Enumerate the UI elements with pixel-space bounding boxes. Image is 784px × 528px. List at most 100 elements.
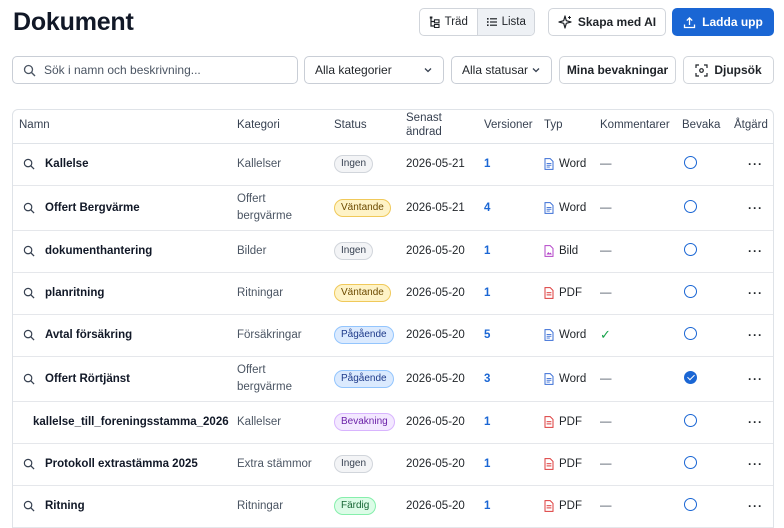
table-row[interactable]: dokumenthantering Bilder Ingen 2026-05-20 1 B… xyxy=(13,230,773,273)
table-row[interactable]: Ritning Ritningar Färdig 2026-05-20 1 PDF — ··· xyxy=(13,485,773,528)
more-options-icon[interactable]: ··· xyxy=(734,244,763,258)
document-name-link[interactable]: planritning xyxy=(45,287,104,299)
cell-action: ··· xyxy=(728,485,773,528)
cell-comments: — xyxy=(594,143,676,186)
table-row[interactable]: Kallelse Kallelser Ingen 2026-05-21 1 Word — ··… xyxy=(13,143,773,186)
cell-watch xyxy=(676,272,728,315)
search-input[interactable] xyxy=(44,63,284,77)
column-header-watch[interactable]: Bevaka xyxy=(676,110,728,144)
preview-search-icon[interactable] xyxy=(23,245,35,257)
versions-link[interactable]: 1 xyxy=(484,500,490,512)
table-row[interactable]: Offert Rörtjänst Offert bergvärme Pågående… xyxy=(13,356,773,402)
word-file-icon xyxy=(544,201,554,214)
type-text: Word xyxy=(559,158,587,170)
more-options-icon[interactable]: ··· xyxy=(734,372,763,386)
column-header-versions[interactable]: Versioner xyxy=(478,110,538,144)
document-name-link[interactable]: Offert Bergvärme xyxy=(45,202,140,214)
document-name-link[interactable]: dokumenthantering xyxy=(45,245,152,257)
table-row[interactable]: Protokoll extrastämma 2025 Extra stämmor I… xyxy=(13,443,773,486)
column-header-category[interactable]: Kategori xyxy=(231,110,328,144)
watch-checkbox[interactable] xyxy=(684,414,697,427)
preview-search-icon[interactable] xyxy=(23,373,35,385)
versions-link[interactable]: 1 xyxy=(484,245,490,257)
column-header-changed[interactable]: Senast ändrad xyxy=(400,110,478,144)
column-header-name[interactable]: Namn xyxy=(13,110,231,144)
cell-type: PDF xyxy=(538,443,594,486)
column-header-type[interactable]: Typ xyxy=(538,110,594,144)
category-select[interactable]: Alla kategorier xyxy=(304,56,444,84)
column-header-comments[interactable]: Kommentarer xyxy=(594,110,676,144)
create-with-ai-button[interactable]: Skapa med AI xyxy=(548,8,666,36)
versions-link[interactable]: 1 xyxy=(484,458,490,470)
versions-link[interactable]: 1 xyxy=(484,287,490,299)
watch-checkbox[interactable] xyxy=(684,243,697,256)
list-view-button[interactable]: Lista xyxy=(476,9,534,35)
cell-status: Bevakning xyxy=(328,401,400,444)
more-options-icon[interactable]: ··· xyxy=(734,457,763,471)
watch-checkbox[interactable] xyxy=(684,498,697,511)
deep-search-label: Djupsök xyxy=(714,63,762,77)
document-name-link[interactable]: Ritning xyxy=(45,500,85,512)
cell-comments: — xyxy=(594,272,676,315)
upload-button[interactable]: Ladda upp xyxy=(672,8,774,36)
table-row[interactable]: Avtal försäkring Försäkringar Pågående 2026… xyxy=(13,314,773,357)
tree-icon xyxy=(429,16,440,28)
tree-view-button[interactable]: Träd xyxy=(420,9,477,35)
status-select[interactable]: Alla statusar xyxy=(451,56,552,84)
more-options-icon[interactable]: ··· xyxy=(734,157,763,171)
table-row[interactable]: Offert Bergvärme Offert bergvärme Väntande… xyxy=(13,185,773,231)
document-name-link[interactable]: Protokoll extrastämma 2025 xyxy=(45,458,198,470)
preview-search-icon[interactable] xyxy=(23,458,35,470)
watch-checkbox[interactable] xyxy=(684,327,697,340)
versions-link[interactable]: 5 xyxy=(484,329,490,341)
status-badge: Ingen xyxy=(334,155,374,173)
more-options-icon[interactable]: ··· xyxy=(734,201,763,215)
watch-checkbox[interactable] xyxy=(684,199,697,213)
create-with-ai-label: Skapa med AI xyxy=(577,15,657,29)
preview-search-icon[interactable] xyxy=(23,158,35,170)
cell-watch xyxy=(676,143,728,186)
table-row[interactable]: kallelse_till_foreningsstamma_2026 Kallel… xyxy=(13,401,773,444)
page-title: Dokument xyxy=(13,8,134,36)
cell-changed: 2026-05-20 xyxy=(400,485,478,528)
more-options-icon[interactable]: ··· xyxy=(734,415,763,429)
document-name-link[interactable]: kallelse_till_foreningsstamma_2026 xyxy=(33,416,229,428)
document-name-link[interactable]: Kallelse xyxy=(45,158,88,170)
my-watches-button[interactable]: Mina bevakningar xyxy=(559,56,676,84)
status-select-value: Alla statusar xyxy=(462,63,529,77)
status-badge: Färdig xyxy=(334,497,377,515)
table-row[interactable]: planritning Ritningar Väntande 2026-05-20 1 P… xyxy=(13,272,773,315)
more-options-icon[interactable]: ··· xyxy=(734,328,763,342)
cell-comments: — xyxy=(594,230,676,273)
cell-category: Extra stämmor xyxy=(231,443,328,486)
deep-search-button[interactable]: Djupsök xyxy=(683,56,774,84)
search-box[interactable] xyxy=(12,56,298,84)
preview-search-icon[interactable] xyxy=(23,500,35,512)
cell-name: Protokoll extrastämma 2025 xyxy=(13,443,231,486)
cell-category: Offert bergvärme xyxy=(231,356,328,402)
watch-checkbox[interactable] xyxy=(684,285,697,298)
versions-link[interactable]: 1 xyxy=(484,158,490,170)
watch-checkbox[interactable] xyxy=(684,370,697,384)
versions-link[interactable]: 1 xyxy=(484,416,490,428)
more-options-icon[interactable]: ··· xyxy=(734,286,763,300)
cell-type: Word xyxy=(538,314,594,357)
document-name-link[interactable]: Offert Rörtjänst xyxy=(45,373,130,385)
preview-search-icon[interactable] xyxy=(23,329,35,341)
cell-status: Ingen xyxy=(328,443,400,486)
versions-link[interactable]: 4 xyxy=(484,202,490,214)
cell-versions: 5 xyxy=(478,314,538,357)
watch-checkbox[interactable] xyxy=(684,156,697,169)
more-options-icon[interactable]: ··· xyxy=(734,499,763,513)
document-name-link[interactable]: Avtal försäkring xyxy=(45,329,132,341)
watch-checkbox[interactable] xyxy=(684,456,697,469)
preview-search-icon[interactable] xyxy=(23,202,35,214)
preview-search-icon[interactable] xyxy=(23,287,35,299)
cell-versions: 3 xyxy=(478,356,538,402)
image-file-icon xyxy=(544,245,554,257)
type-text: Word xyxy=(559,372,587,385)
word-file-icon xyxy=(544,372,554,385)
versions-link[interactable]: 3 xyxy=(484,373,490,385)
column-header-status[interactable]: Status xyxy=(328,110,400,144)
cell-action: ··· xyxy=(728,143,773,186)
